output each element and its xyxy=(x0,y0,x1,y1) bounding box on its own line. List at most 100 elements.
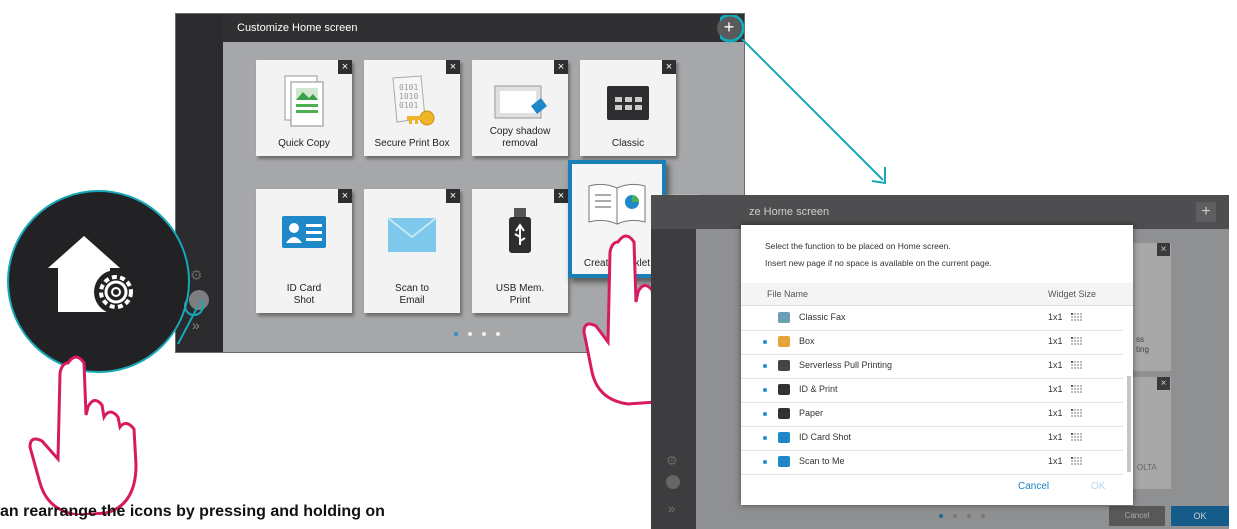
list-item-size: 1x1 xyxy=(1048,384,1063,394)
close-icon[interactable]: × xyxy=(338,189,352,203)
id-print-icon xyxy=(778,384,790,395)
close-icon[interactable]: × xyxy=(338,60,352,74)
tile-label: USB Mem. Print xyxy=(495,283,545,306)
widget-size-grid-icon xyxy=(1071,385,1083,393)
page-indicator[interactable] xyxy=(449,332,505,336)
list-item-name: Box xyxy=(799,336,815,346)
list-item[interactable]: ID & Print 1x1 xyxy=(741,378,1123,403)
tile-label: Secure Print Box xyxy=(374,138,450,149)
list-item-name: Paper xyxy=(799,408,824,418)
widget-size-grid-icon xyxy=(1071,457,1083,465)
home-settings-icon[interactable] xyxy=(666,475,680,489)
add-function-panel: ⚙ » ze Home screen + × ss ting × OLTA Ca… xyxy=(651,195,1229,529)
tile-scan-to-email[interactable]: × Scan to Email xyxy=(364,189,460,313)
bg-tile xyxy=(1133,377,1171,489)
close-icon: × xyxy=(1157,243,1170,256)
list-item[interactable]: ID Card Shot 1x1 xyxy=(741,426,1123,451)
callout-connector xyxy=(177,300,204,345)
bg-ok-button: OK xyxy=(1171,506,1229,526)
list-scrollbar[interactable] xyxy=(1127,376,1131,472)
close-icon[interactable]: × xyxy=(662,60,676,74)
side-bar: ⚙ » xyxy=(651,195,696,529)
list-item-name: Classic Fax xyxy=(799,312,846,322)
list-item[interactable]: Paper 1x1 xyxy=(741,402,1123,427)
list-item[interactable]: Scan to Me 1x1 xyxy=(741,450,1123,475)
selected-bullet xyxy=(763,388,767,392)
selected-bullet xyxy=(763,436,767,440)
list-item-name: ID & Print xyxy=(799,384,838,394)
box-icon xyxy=(778,336,790,347)
selected-bullet xyxy=(763,340,767,344)
page-title: Customize Home screen xyxy=(223,14,744,42)
close-icon[interactable]: × xyxy=(554,189,568,203)
tile-usb-mem-print[interactable]: × USB Mem. Print xyxy=(472,189,568,313)
page-indicator[interactable] xyxy=(934,514,990,518)
secure-print-icon: 0101 1010 0101 xyxy=(392,75,435,126)
booklet-icon xyxy=(588,183,646,225)
widget-size-grid-icon xyxy=(1071,409,1083,417)
close-icon: × xyxy=(1157,377,1170,390)
tile-secure-print-box[interactable]: × 0101 1010 0101 Secure Print Box xyxy=(364,60,460,156)
shadow-removal-icon xyxy=(494,85,547,119)
list-item-name: Scan to Me xyxy=(799,456,845,466)
close-icon[interactable]: × xyxy=(446,60,460,74)
list-item-size: 1x1 xyxy=(1048,312,1063,322)
usb-icon xyxy=(509,208,531,253)
ok-button: OK xyxy=(1091,481,1106,492)
tile-copy-shadow-removal[interactable]: × Copy shadow removal xyxy=(472,60,568,156)
brightness-icon[interactable]: ⚙ xyxy=(666,453,678,469)
close-icon[interactable]: × xyxy=(554,60,568,74)
bg-tile-label: OLTA xyxy=(1137,463,1157,472)
hand-pointer-icon xyxy=(28,355,138,515)
selected-bullet xyxy=(763,460,767,464)
brightness-icon[interactable]: ⚙ xyxy=(190,267,208,285)
tile-id-card-shot[interactable]: × ID Card Shot xyxy=(256,189,352,313)
svg-text:0101: 0101 xyxy=(399,83,418,92)
close-icon[interactable]: × xyxy=(446,189,460,203)
page-title: ze Home screen xyxy=(651,195,1229,229)
svg-text:0101: 0101 xyxy=(399,101,418,110)
dialog-message-line-1: Select the function to be placed on Home… xyxy=(765,241,951,251)
cancel-button[interactable]: Cancel xyxy=(1018,481,1049,492)
pull-print-icon xyxy=(778,360,790,371)
expand-icon[interactable]: » xyxy=(668,501,675,516)
tile-classic[interactable]: × Classic xyxy=(580,60,676,156)
column-file-name: File Name xyxy=(767,289,809,299)
list-item-name: ID Card Shot xyxy=(799,432,852,442)
widget-size-grid-icon xyxy=(1071,337,1083,345)
list-item-size: 1x1 xyxy=(1048,408,1063,418)
tile-label: Copy shadow removal xyxy=(489,126,551,149)
list-item[interactable]: Classic Fax 1x1 xyxy=(741,306,1123,331)
list-item[interactable]: Serverless Pull Printing 1x1 xyxy=(741,354,1123,379)
tile-label: Quick Copy xyxy=(278,138,330,149)
envelope-icon xyxy=(387,217,437,252)
quick-copy-icon xyxy=(284,75,324,127)
fax-icon xyxy=(778,312,790,323)
tile-label: Classic xyxy=(611,138,645,149)
bg-tile-label: ss ting xyxy=(1136,335,1149,354)
list-item-size: 1x1 xyxy=(1048,336,1063,346)
list-item-size: 1x1 xyxy=(1048,360,1063,370)
list-item-name: Serverless Pull Printing xyxy=(799,360,893,370)
selected-bullet xyxy=(763,412,767,416)
tile-quick-copy[interactable]: × Quick Copy xyxy=(256,60,352,156)
home-settings-callout xyxy=(7,190,190,373)
id-card-icon xyxy=(282,216,326,248)
home-settings-icon xyxy=(48,236,138,314)
tile-label: ID Card Shot xyxy=(286,283,322,306)
callout-connector xyxy=(720,15,886,185)
paper-icon xyxy=(778,408,790,419)
add-widget-button[interactable]: + xyxy=(1196,202,1216,222)
list-header: File Name Widget Size xyxy=(741,283,1133,306)
widget-size-grid-icon xyxy=(1071,433,1083,441)
function-list[interactable]: Classic Fax 1x1 Box 1x1 Serverless Pull Prin… xyxy=(741,306,1133,478)
column-widget-size: Widget Size xyxy=(1048,289,1097,299)
dialog-message-line-2: Insert new page if no space is available… xyxy=(765,258,992,268)
tile-label: Scan to Email xyxy=(395,283,429,306)
id-card-icon xyxy=(778,432,790,443)
caption-text: an rearrange the icons by pressing and h… xyxy=(0,503,385,520)
list-item[interactable]: Box 1x1 xyxy=(741,330,1123,355)
list-item-size: 1x1 xyxy=(1048,456,1063,466)
selected-bullet xyxy=(763,364,767,368)
bg-cancel-button: Cancel xyxy=(1109,506,1165,526)
